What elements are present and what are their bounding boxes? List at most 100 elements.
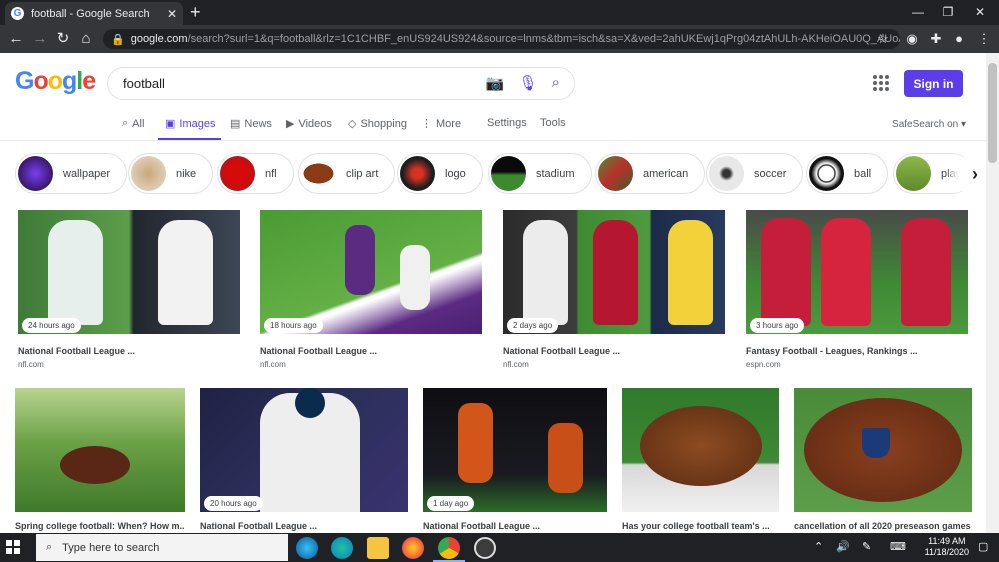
- chip-wallpaper[interactable]: wallpaper: [15, 153, 128, 194]
- result-title[interactable]: National Football League ...: [260, 346, 482, 356]
- forward-icon[interactable]: →: [30, 30, 50, 48]
- result-thumbnail[interactable]: [423, 388, 607, 512]
- result-thumbnail[interactable]: [15, 388, 185, 512]
- image-result[interactable]: 1 day ago National Football League ...: [423, 388, 607, 533]
- tab-news[interactable]: ▤ News: [230, 117, 272, 131]
- bookmark-star-icon[interactable]: ☆: [874, 30, 892, 48]
- image-result[interactable]: cancellation of all 2020 preseason games: [794, 388, 972, 533]
- result-thumbnail[interactable]: [260, 210, 482, 334]
- photos-icon[interactable]: [474, 537, 496, 559]
- result-thumbnail[interactable]: [503, 210, 725, 334]
- image-result[interactable]: Spring college football: When? How m...: [15, 388, 185, 533]
- search-icon[interactable]: ⌕: [552, 74, 560, 92]
- minimize-icon[interactable]: —: [903, 2, 933, 22]
- result-title[interactable]: Has your college football team's ...: [622, 521, 779, 531]
- image-result[interactable]: 24 hours ago National Football League ..…: [18, 210, 240, 370]
- new-tab-icon[interactable]: +: [190, 3, 201, 21]
- edge-new-icon[interactable]: [331, 537, 353, 559]
- pen-icon[interactable]: ✎: [862, 540, 871, 553]
- logo-letter: G: [15, 67, 34, 95]
- address-bar[interactable]: 🔒 google.com /search?surl=1&q=football&r…: [103, 29, 900, 49]
- tab-images[interactable]: ▣ Images: [165, 117, 215, 131]
- sign-in-button[interactable]: Sign in: [904, 70, 963, 97]
- logo-letter: g: [62, 67, 77, 95]
- image-result[interactable]: Has your college football team's ...: [622, 388, 779, 533]
- back-icon[interactable]: ←: [6, 30, 26, 48]
- firefox-icon[interactable]: [402, 537, 424, 559]
- result-thumbnail[interactable]: [200, 388, 408, 512]
- tab-tools[interactable]: Tools: [540, 117, 566, 129]
- chip-stadium[interactable]: stadium: [488, 153, 592, 194]
- clock-date: 11/18/2020: [924, 547, 969, 557]
- google-apps-icon[interactable]: [873, 75, 889, 91]
- tab-settings[interactable]: Settings: [487, 117, 527, 129]
- extension-circle-icon[interactable]: ◉: [903, 30, 921, 48]
- file-explorer-icon[interactable]: [367, 537, 389, 559]
- extensions-puzzle-icon[interactable]: ✚: [927, 30, 945, 48]
- result-title[interactable]: Spring college football: When? How m...: [15, 521, 185, 531]
- search-query: football: [123, 76, 165, 91]
- result-source[interactable]: espn.com: [746, 360, 781, 369]
- chip-clip-art[interactable]: clip art: [298, 153, 396, 194]
- result-title[interactable]: National Football League ...: [503, 346, 725, 356]
- notification-icon[interactable]: ▢: [978, 540, 988, 553]
- result-title[interactable]: Fantasy Football - Leagues, Rankings ...: [746, 346, 968, 356]
- chrome-menu-icon[interactable]: ⋮: [975, 30, 993, 48]
- divider: [0, 140, 986, 141]
- result-title[interactable]: National Football League ...: [18, 346, 240, 356]
- result-thumbnail[interactable]: [746, 210, 968, 334]
- close-window-icon[interactable]: ✕: [965, 2, 995, 22]
- safesearch-toggle[interactable]: SafeSearch on ▾: [892, 119, 966, 130]
- camera-icon[interactable]: 📷: [486, 74, 505, 92]
- tab-videos[interactable]: ▶ Videos: [286, 117, 332, 131]
- maximize-icon[interactable]: ❐: [933, 2, 963, 22]
- chip-label: logo: [445, 167, 466, 180]
- result-source[interactable]: nfl.com: [18, 360, 44, 369]
- result-title[interactable]: National Football League ...: [423, 521, 607, 531]
- chrome-icon[interactable]: [438, 537, 460, 559]
- chevron-up-icon[interactable]: ⌃: [814, 540, 823, 553]
- search-icon: ⌕: [122, 117, 129, 129]
- windows-start-icon[interactable]: [6, 540, 20, 554]
- browser-tab[interactable]: G football - Google Search ✕: [5, 2, 183, 25]
- result-source[interactable]: nfl.com: [260, 360, 286, 369]
- reload-icon[interactable]: ↻: [53, 30, 73, 48]
- result-thumbnail[interactable]: [794, 388, 972, 512]
- tag-icon: ◇: [348, 118, 357, 130]
- result-thumbnail[interactable]: [18, 210, 240, 334]
- tab-shopping[interactable]: ◇ Shopping: [348, 117, 407, 131]
- chip-nfl[interactable]: nfl: [217, 153, 294, 194]
- tab-more[interactable]: ⋮ More: [421, 117, 461, 131]
- search-input[interactable]: football 📷 🎙 ⌕: [107, 67, 575, 100]
- result-thumbnail[interactable]: [622, 388, 779, 512]
- home-icon[interactable]: ⌂: [76, 30, 96, 48]
- url-host: google.com: [130, 33, 188, 45]
- scrollbar-thumb[interactable]: [988, 63, 997, 163]
- tab-all[interactable]: ⌕ All: [122, 117, 144, 130]
- system-clock[interactable]: 11:49 AM 11/18/2020: [925, 536, 969, 558]
- image-result[interactable]: 3 hours ago Fantasy Football - Leagues, …: [746, 210, 968, 370]
- microphone-icon[interactable]: 🎙: [519, 74, 538, 92]
- chip-nike[interactable]: nike: [128, 153, 214, 194]
- chevron-right-icon[interactable]: ›: [960, 157, 986, 191]
- image-result[interactable]: 2 days ago National Football League ... …: [503, 210, 725, 370]
- result-source[interactable]: nfl.com: [503, 360, 529, 369]
- result-title[interactable]: National Football League ...: [200, 521, 408, 531]
- chip-american[interactable]: american: [595, 153, 706, 194]
- image-result[interactable]: 18 hours ago National Football League ..…: [260, 210, 482, 370]
- result-title[interactable]: cancellation of all 2020 preseason games: [794, 521, 972, 531]
- profile-icon[interactable]: ●: [950, 30, 968, 48]
- taskbar-search[interactable]: ⌕ Type here to search: [36, 534, 288, 561]
- image-result[interactable]: 20 hours ago National Football League ..…: [200, 388, 408, 533]
- keyboard-icon[interactable]: ⌨: [890, 540, 906, 553]
- chip-logo[interactable]: logo: [397, 153, 483, 194]
- chip-thumbnail: [809, 156, 844, 191]
- chip-soccer[interactable]: soccer: [706, 153, 804, 194]
- chip-ball[interactable]: ball: [806, 153, 889, 194]
- volume-icon[interactable]: 🔊: [836, 540, 850, 553]
- windows-taskbar: ⌕ Type here to search ⌃ 🔊 ✎ ⌨ 11:49 AM 1…: [0, 533, 999, 562]
- google-logo[interactable]: Google: [15, 67, 96, 96]
- edge-icon[interactable]: [296, 537, 318, 559]
- chip-thumbnail: [598, 156, 633, 191]
- close-tab-icon[interactable]: ✕: [167, 7, 177, 21]
